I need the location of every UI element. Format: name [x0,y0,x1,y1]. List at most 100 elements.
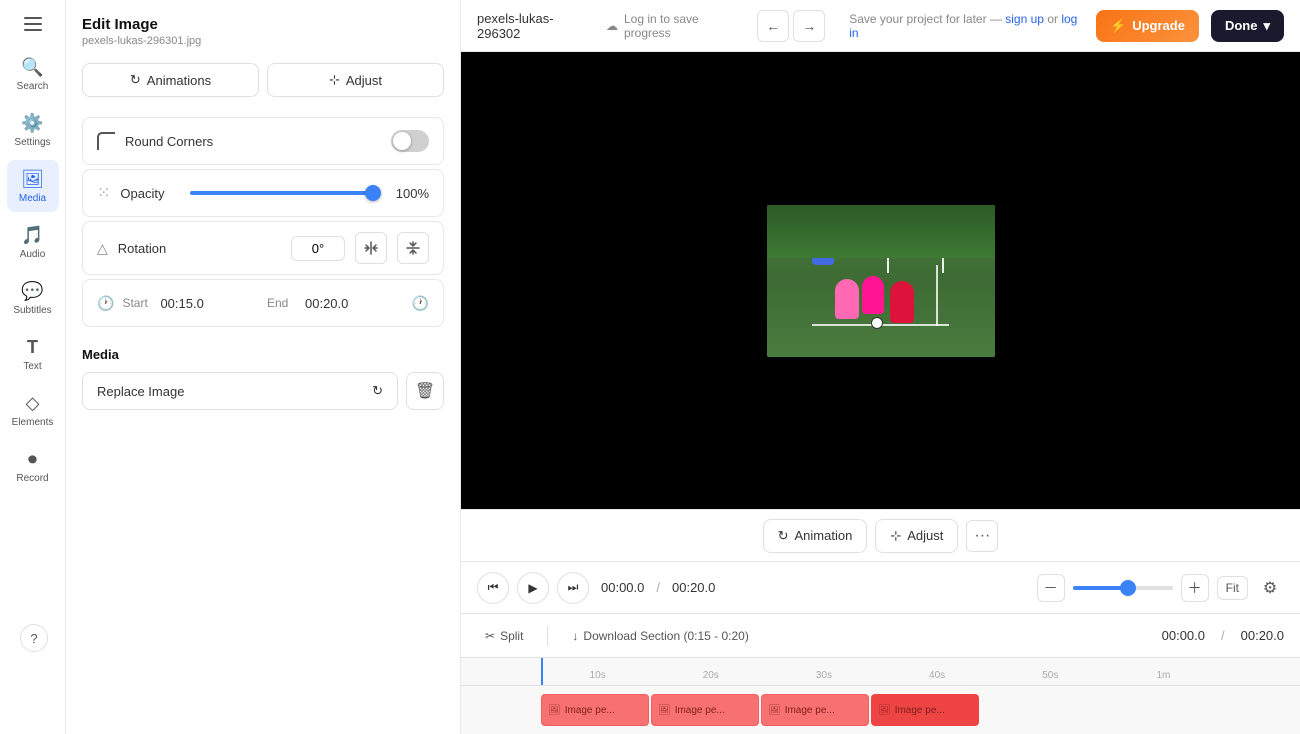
settings-icon: ⚙️ [21,113,43,134]
canvas-area[interactable] [461,52,1300,509]
time-separator: / [656,580,660,595]
opacity-slider[interactable] [190,191,381,195]
animations-tab-label: Animations [147,73,211,88]
done-label: Done [1225,18,1258,33]
delete-image-button[interactable]: 🗑 [406,372,444,410]
zoom-slider[interactable] [1073,586,1173,590]
fit-button[interactable]: Fit [1217,576,1248,600]
controls-section: Round Corners ⁙ Opacity 100% △ Rotation [66,109,460,335]
adjust-context-button[interactable]: ⊹ Adjust [875,519,958,553]
ruler-mark: 1m [1107,670,1220,681]
more-options-button[interactable]: ··· [966,520,998,552]
topbar-filename: pexels-lukas-296302 [477,11,594,41]
canvas-and-context: ↻ Animation ⊹ Adjust ··· ⏮ ▶ ⏭ 00:00.0 /… [461,52,1300,613]
elements-icon: ◇ [26,393,40,414]
done-button[interactable]: Done ▾ [1211,10,1284,42]
player-3 [890,281,914,323]
sidebar-item-subtitles-label: Subtitles [13,305,51,316]
clip-4-label: Image pe... [895,705,945,716]
timeline-area: ✂ Split ↓ Download Section (0:15 - 0:20)… [461,613,1300,734]
soccer-field-bg [767,205,995,357]
rotation-row: △ Rotation [82,221,444,275]
field-line-vertical [936,265,938,326]
sign-up-link[interactable]: sign up [1005,12,1044,26]
download-section-button[interactable]: ↓ Download Section (0:15 - 0:20) [564,625,756,647]
save-status-text[interactable]: Log in to save progress [624,12,745,40]
canvas-image[interactable] [767,205,995,357]
playback-controls: ⏮ ▶ ⏭ [477,572,589,604]
clip-3[interactable]: 🖼 Image pe... [761,694,869,726]
playback-bar: ⏮ ▶ ⏭ 00:00.0 / 00:20.0 － ＋ Fit ⚙ [461,561,1300,613]
help-button[interactable]: ? [20,624,48,652]
sidebar-item-record[interactable]: ⏺ Record [7,440,59,492]
sidebar-item-search[interactable]: 🔍 Search [7,48,59,100]
media-section-title: Media [82,347,444,362]
rotation-icon: △ [97,240,108,257]
panel-tabs: ↻ Animations ⊹ Adjust [66,51,460,109]
sidebar-item-elements[interactable]: ◇ Elements [7,384,59,436]
timeline-ruler: 10s 20s 30s 40s 50s 1m [461,658,1300,686]
flip-horizontal-btn[interactable] [355,232,387,264]
flip-vertical-btn[interactable] [397,232,429,264]
timeline-tracks: 🖼 Image pe... 🖼 Image pe... 🖼 Image pe..… [461,686,1300,734]
animation-context-icon: ↻ [778,528,789,544]
ruler-mark: 30s [767,670,880,681]
play-button[interactable]: ▶ [517,572,549,604]
sidebar-item-media[interactable]: 🖼 Media [7,160,59,212]
sidebar-item-subtitles[interactable]: 💬 Subtitles [7,272,59,324]
opacity-row: ⁙ Opacity 100% [82,169,444,217]
clip-2[interactable]: 🖼 Image pe... [651,694,759,726]
text-icon: T [27,337,38,358]
cloud-save-icon: ☁ [606,19,618,33]
player-1 [835,279,859,319]
clock-end-icon: 🕐 [412,295,429,312]
redo-button[interactable]: → [793,10,825,42]
sidebar-item-audio[interactable]: 🎵 Audio [7,216,59,268]
subtitles-icon: 💬 [21,281,43,302]
timeline-total-time: 00:20.0 [1241,628,1284,643]
zoom-in-button[interactable]: ＋ [1181,574,1209,602]
search-icon: 🔍 [21,57,43,78]
animation-context-button[interactable]: ↻ Animation [763,519,868,553]
start-value: 00:15.0 [160,296,259,311]
skip-forward-button[interactable]: ⏭ [557,572,589,604]
tab-adjust[interactable]: ⊹ Adjust [267,63,444,97]
replace-image-button[interactable]: Replace Image ↻ [82,372,398,410]
toolbar-divider [547,626,548,646]
sidebar-item-search-label: Search [17,81,49,92]
background-area [767,205,995,258]
clip-icon: 🖼 [768,705,781,716]
split-button[interactable]: ✂ Split [477,625,531,647]
rotation-input[interactable] [291,236,345,261]
adjust-tab-label: Adjust [346,73,382,88]
audio-icon: 🎵 [21,225,43,246]
sidebar-item-audio-label: Audio [20,249,46,260]
timeline-settings-button[interactable]: ⚙ [1256,574,1284,602]
sidebar-item-settings[interactable]: ⚙️ Settings [7,104,59,156]
clip-1[interactable]: 🖼 Image pe... [541,694,649,726]
zoom-out-button[interactable]: － [1037,574,1065,602]
undo-button[interactable]: ← [757,10,789,42]
clip-icon: 🖼 [878,705,891,716]
skip-back-button[interactable]: ⏮ [477,572,509,604]
download-icon: ↓ [572,629,578,643]
clip-4[interactable]: 🖼 Image pe... [871,694,979,726]
topbar: pexels-lukas-296302 ☁ Log in to save pro… [461,0,1300,52]
clip-1-label: Image pe... [565,705,615,716]
tab-animations[interactable]: ↻ Animations [82,63,259,97]
sidebar-item-text[interactable]: T Text [7,328,59,380]
upgrade-button[interactable]: ⚡ Upgrade [1096,10,1199,42]
round-corners-toggle[interactable] [391,130,429,152]
adjust-tab-icon: ⊹ [329,72,340,88]
upgrade-label: Upgrade [1132,18,1185,33]
hamburger-menu[interactable] [7,8,59,40]
opacity-value: 100% [391,186,429,201]
playhead [541,658,543,685]
current-time: 00:00.0 [601,580,644,595]
timeline-separator: / [1221,628,1225,643]
round-corners-row: Round Corners [82,117,444,165]
ruler-mark: 10s [541,670,654,681]
panel-title: Edit Image [82,16,444,33]
rotation-label: Rotation [118,241,281,256]
animation-context-label: Animation [795,528,853,543]
